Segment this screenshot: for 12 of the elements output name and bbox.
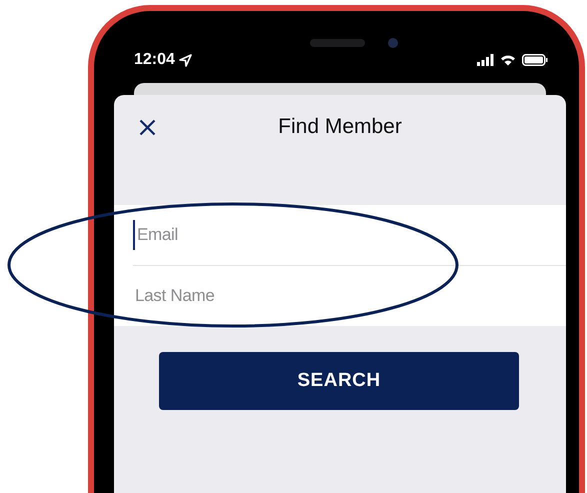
speaker-grille — [310, 39, 365, 47]
location-arrow-icon — [178, 54, 192, 66]
camera-lens — [388, 38, 398, 48]
status-time: 12:04 — [134, 51, 175, 69]
signal-icon — [477, 54, 494, 66]
search-button[interactable]: SEARCH — [159, 352, 519, 410]
close-icon[interactable] — [139, 118, 156, 136]
battery-icon — [522, 54, 548, 66]
input-field[interactable]: Email — [133, 220, 513, 250]
input-field[interactable]: Last Name — [133, 281, 513, 311]
sheet-title: Find Member — [278, 115, 402, 138]
wifi-icon — [500, 54, 516, 66]
